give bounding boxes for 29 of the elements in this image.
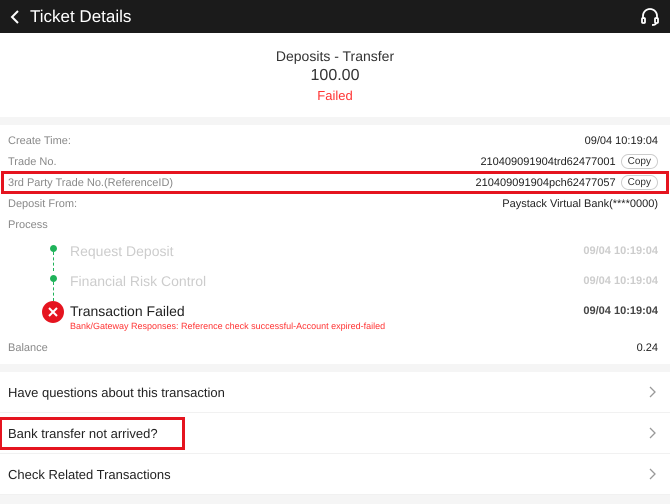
copy-button[interactable]: Copy — [620, 154, 658, 169]
balance-label: Balance — [8, 342, 48, 354]
step-time: 09/04 10:19:04 — [583, 305, 658, 317]
menu-item[interactable]: Bank transfer not arrived? — [0, 413, 670, 454]
detail-value: 210409091904trd62477001 — [480, 156, 616, 168]
chevron-right-icon — [649, 386, 656, 398]
headset-icon[interactable] — [640, 6, 660, 26]
detail-label: Deposit From: — [8, 198, 78, 210]
copy-button[interactable]: Copy — [620, 175, 658, 190]
detail-label: Trade No. — [8, 156, 57, 168]
detail-label: Create Time: — [8, 134, 71, 146]
transaction-type: Deposits - Transfer — [276, 48, 394, 64]
amount: 100.00 — [310, 66, 360, 84]
chevron-right-icon — [649, 468, 656, 480]
detail-label: 3rd Party Trade No.(ReferenceID) — [8, 176, 174, 188]
process-label: Process — [8, 218, 48, 230]
detail-value: 09/04 10:19:04 — [584, 134, 658, 146]
error-icon — [42, 301, 64, 323]
back-icon[interactable] — [10, 8, 20, 24]
page-title: Ticket Details — [30, 6, 132, 26]
detail-value: 210409091904pch62477057 — [476, 176, 616, 188]
error-message: Bank/Gateway Responses: Reference check successful-Account expired-failed — [70, 321, 386, 331]
menu-item[interactable]: Have questions about this transaction — [0, 372, 670, 413]
chevron-right-icon — [649, 427, 656, 439]
balance-value: 0.24 — [636, 342, 658, 354]
detail-value: Paystack Virtual Bank(****0000) — [502, 198, 658, 210]
step-title: Transaction Failed — [70, 303, 185, 319]
menu-item[interactable]: Check Related Transactions — [0, 454, 670, 495]
status-text: Failed — [317, 88, 353, 102]
